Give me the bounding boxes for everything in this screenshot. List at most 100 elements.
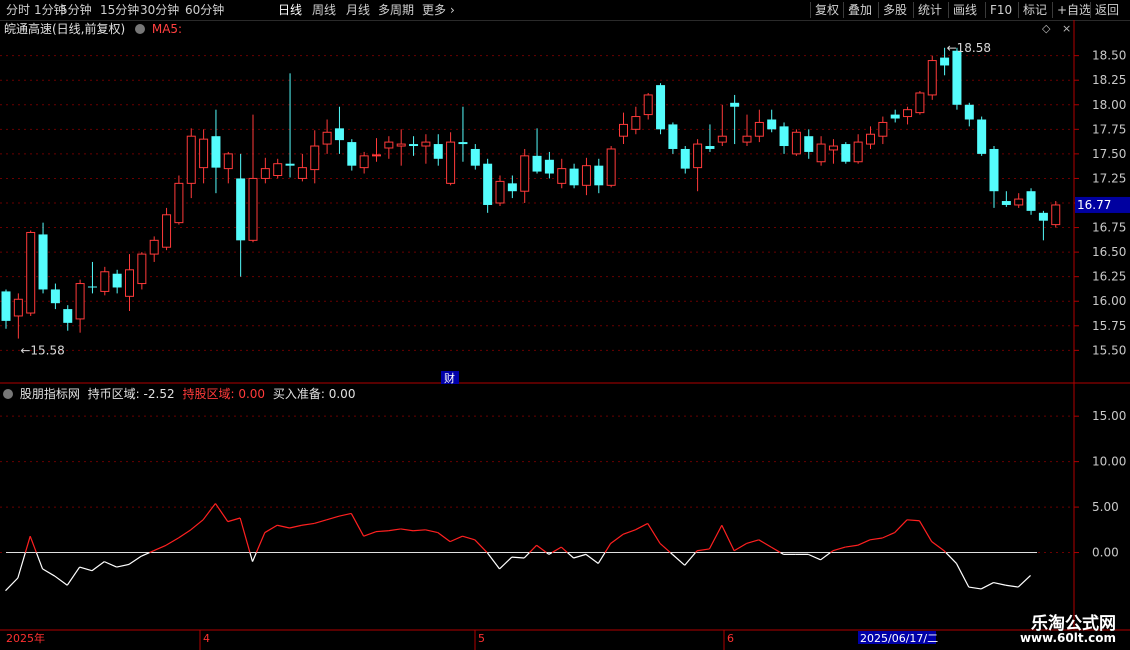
candle-body-up [372,154,381,157]
indicator-segment [128,555,142,565]
indicator-segment [375,530,389,533]
candle-body-down [347,142,357,166]
indicator-segment [153,544,167,552]
indicator-segment [672,553,686,566]
indicator-segment [338,512,352,517]
indicator-segment [684,552,697,566]
candle-body-up [186,135,196,184]
indicator-segment [178,529,192,539]
indicator-segment [573,553,587,559]
indicator-segment [29,535,37,553]
finance-icon-label: 财 [444,371,455,385]
chart-canvas[interactable]: 15.5015.7516.0016.2516.5016.7517.0017.25… [0,0,1130,650]
candle-body-down [38,234,48,290]
candle-body-up [1014,198,1024,206]
low-price-marker: ←15.58 [20,344,64,358]
candle-body-up [828,145,838,151]
indicator-segment [659,543,671,553]
indicator-segment [35,552,44,570]
candle-body-up [273,163,283,176]
candle-body-up [310,145,320,171]
indicator-segment [869,537,883,541]
candle-body-up [557,168,567,184]
candle-body-down [112,273,122,288]
indicator-segment [551,546,562,554]
candle-body-up [100,271,110,292]
candle-body-down [483,163,493,205]
indicator-segment [882,531,895,539]
candle-body-up [903,109,913,118]
candle-body-up [199,138,209,169]
indicator-segment [239,517,251,553]
candle-body-up [643,94,653,116]
indicator-segment [560,546,568,553]
candle-body-down [1,291,11,321]
current-price-label: 16.77 [1077,198,1111,212]
candle-body-down [470,148,480,166]
indicator-segment [425,529,438,534]
indicator-segment [907,519,920,522]
candle-body-down [767,119,777,130]
indicator-segment [227,517,241,523]
indicator-segment [511,556,525,559]
main-tick-label: 18.00 [1092,98,1126,112]
candle-body-down [1026,191,1036,211]
indicator-segment [647,523,661,544]
main-tick-label: 16.00 [1092,294,1126,308]
indicator-segment [251,552,257,562]
indicator-segment [808,553,821,561]
indicator-segment [255,532,266,553]
indicator-segment [5,577,19,592]
indicator-segment [141,551,150,557]
sub-tick-label: 10.00 [1092,455,1126,469]
indicator-segment [708,524,723,550]
main-tick-label: 16.50 [1092,245,1126,259]
indicator-segment [42,568,56,577]
candle-body-up [495,180,505,204]
candle-body-up [75,283,85,320]
candle-body-down [1038,212,1048,221]
indicator-segment [350,513,365,537]
candle-body-up [137,253,147,285]
watermark-url: www.60lt.com [1019,631,1116,645]
main-tick-label: 17.50 [1092,147,1126,161]
candle-body-down [569,168,579,186]
indicator-segment [202,503,216,521]
candle-body-up [26,231,36,314]
indicator-segment [474,539,488,553]
indicator-segment [1005,584,1019,588]
candle-body-down [989,148,999,192]
indicator-segment [604,543,612,553]
indicator-segment [314,519,327,525]
candle-body-down [668,124,678,149]
indicator-segment [400,528,414,532]
indicator-segment [264,524,278,534]
candle-body-down [594,165,604,186]
candle-body-down [940,57,950,66]
candle-body-down [433,144,443,159]
candle-body-up [260,168,270,179]
indicator-segment [993,581,1006,586]
indicator-segment [536,544,547,554]
candle-body-up [915,92,925,114]
indicator-segment [326,515,340,521]
indicator-segment [24,536,31,553]
candle-body-down [1001,201,1011,205]
candle-body-up [322,131,332,145]
candle-body-up [520,155,530,192]
indicator-segment [462,535,475,541]
candle-body-down [507,183,517,192]
indicator-segment [770,546,781,554]
candle-body-up [384,141,394,149]
candle-body-down [458,142,468,145]
candle-body-up [754,121,764,137]
main-tick-label: 16.75 [1092,221,1126,235]
candle-body-up [149,239,159,255]
indicator-segment [845,544,858,548]
candle-body-up [619,123,628,137]
indicator-segment [746,539,760,545]
indicator-segment [894,519,908,533]
candle-body-down [211,136,221,168]
candle-body-down [50,289,60,304]
indicator-segment [289,524,303,529]
